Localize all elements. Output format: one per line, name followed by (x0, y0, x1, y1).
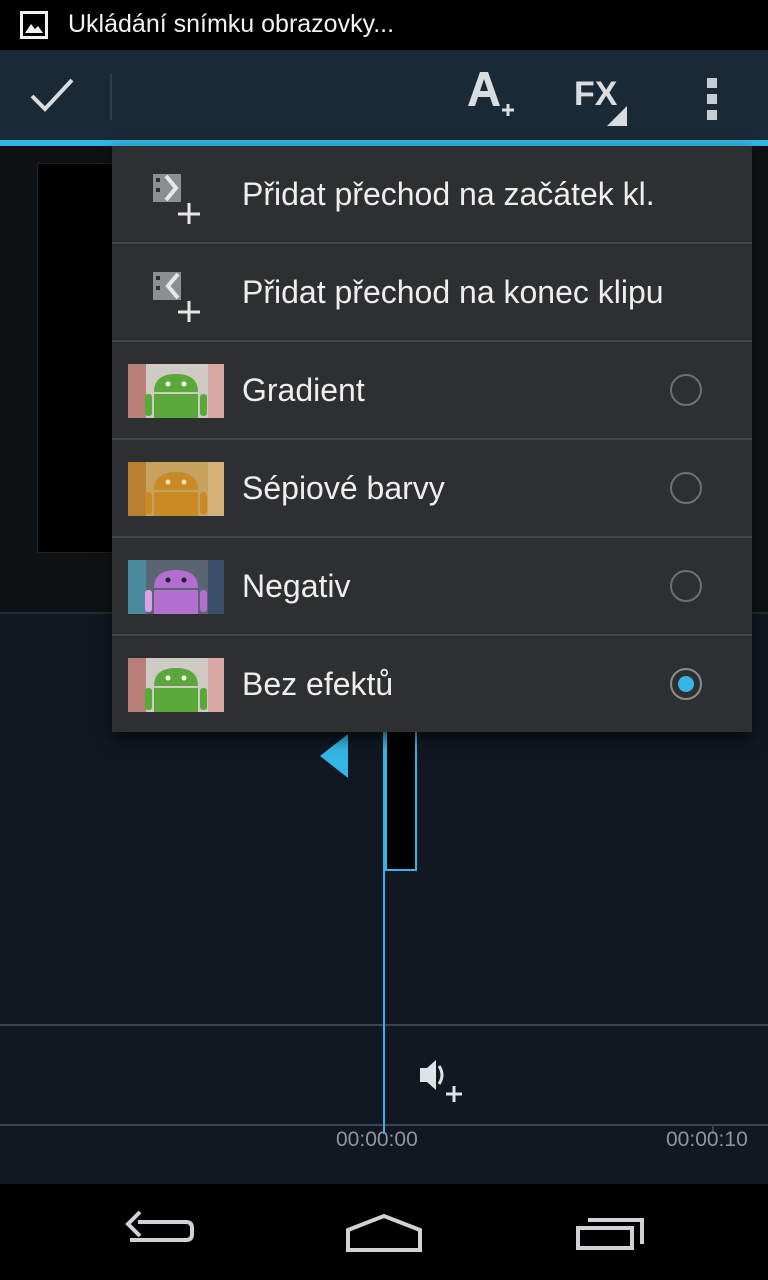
add-transition-start-icon (153, 174, 200, 224)
timecode-start: 00:00:00 (336, 1128, 418, 1151)
menu-item-negative[interactable]: Negativ (112, 538, 752, 636)
action-bar: FX (0, 50, 768, 146)
done-button[interactable] (0, 50, 108, 140)
add-audio-icon (420, 1060, 462, 1102)
recents-icon[interactable] (572, 1204, 648, 1260)
menu-item-transition-start[interactable]: Přidat přechod na začátek kl. (112, 146, 752, 244)
radio-dot (678, 676, 694, 692)
checkmark-icon (30, 78, 74, 112)
menu-item-transition-end[interactable]: Přidat přechod na konec klipu (112, 244, 752, 342)
menu-item-label: Přidat přechod na začátek kl. (242, 176, 655, 212)
timecode-end: 00:00:10 (666, 1128, 748, 1151)
add-transition-end-icon (153, 272, 200, 322)
radio-button[interactable] (670, 472, 702, 504)
radio-button[interactable] (670, 374, 702, 406)
trim-handle[interactable] (320, 734, 348, 778)
menu-item-label: Negativ (242, 568, 351, 604)
home-icon[interactable] (342, 1204, 426, 1260)
android-green-thumbnail (128, 658, 224, 712)
video-clip[interactable] (385, 714, 417, 871)
menu-item-sepia[interactable]: Sépiové barvy (112, 440, 752, 538)
radio-button-selected[interactable] (670, 668, 702, 700)
radio-button[interactable] (670, 570, 702, 602)
add-audio-button[interactable] (414, 1050, 470, 1106)
menu-item-label: Přidat přechod na konec klipu (242, 274, 664, 310)
android-negative-thumbnail (128, 560, 224, 614)
picture-icon (20, 11, 48, 39)
action-bar-divider (110, 74, 112, 120)
android-sepia-thumbnail (128, 462, 224, 516)
status-text: Ukládání snímku obrazovky... (68, 10, 395, 38)
effects-popup-menu: Přidat přechod na začátek kl. Přidat pře… (112, 146, 752, 732)
navigation-bar (0, 1184, 768, 1280)
add-title-button[interactable] (452, 50, 532, 140)
effects-icon: FX (574, 75, 627, 126)
add-title-icon (468, 72, 514, 116)
overflow-menu-icon (707, 78, 717, 88)
overflow-menu-button[interactable] (690, 50, 734, 140)
android-green-thumbnail (128, 364, 224, 418)
menu-item-label: Bez efektů (242, 666, 394, 702)
video-preview[interactable] (38, 164, 118, 552)
menu-item-label: Gradient (242, 372, 365, 408)
effects-button[interactable]: FX (560, 50, 650, 140)
status-bar: Ukládání snímku obrazovky... (0, 0, 768, 50)
menu-item-label: Sépiové barvy (242, 470, 445, 506)
effects-label: FX (574, 75, 618, 113)
menu-item-no-effect[interactable]: Bez efektů (112, 636, 752, 734)
back-icon[interactable] (122, 1204, 198, 1260)
menu-item-gradient[interactable]: Gradient (112, 342, 752, 440)
